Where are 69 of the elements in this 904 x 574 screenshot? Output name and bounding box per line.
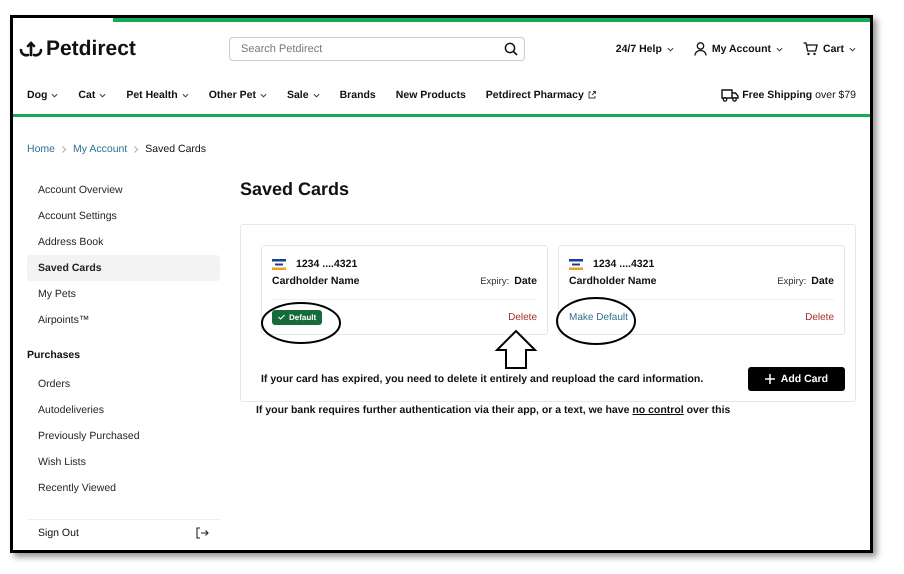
chevron-down-icon (776, 46, 783, 52)
breadcrumb-link[interactable]: My Account (73, 143, 128, 155)
delete-link[interactable]: Delete (508, 312, 537, 322)
sidebar-item[interactable]: My Pets (27, 281, 220, 307)
logo-icon (19, 41, 43, 57)
nav-link[interactable]: Cat (78, 89, 96, 101)
sign-out-icon[interactable] (196, 527, 209, 539)
cart-icon (802, 42, 818, 56)
breadcrumb-link[interactable]: Home (27, 143, 56, 155)
chevron-down-icon (312, 92, 320, 98)
header-menu-link[interactable]: My Account (712, 43, 771, 55)
sidebar-item[interactable]: Autodeliveries (27, 397, 220, 423)
expiry-value: Date (514, 275, 537, 287)
sidebar-item[interactable]: Address Book (27, 229, 220, 255)
chevron-right-icon (134, 146, 138, 152)
nav-link[interactable]: Brands (340, 89, 376, 101)
header-menu-link[interactable]: Cart (822, 43, 844, 55)
sidebar-item[interactable]: Airpoints™ (27, 307, 220, 333)
nav-link[interactable]: Other Pet (208, 89, 256, 101)
breadcrumb-link[interactable]: Saved Cards (145, 143, 206, 155)
expiry-label: Expiry: (480, 276, 510, 286)
card-number: 1234 ....4321 (593, 258, 654, 270)
chevron-right-icon (62, 146, 66, 152)
plus-icon (764, 374, 775, 384)
sidebar-item[interactable]: Account Overview (27, 177, 220, 203)
expiry-value: Date (811, 275, 834, 287)
free-shipping-text: Free Shipping over $79 (742, 89, 856, 101)
cardholder-name: Cardholder Name (272, 275, 360, 287)
bank-authentication-note: If your bank requires further authentication via their app, or a text, we have no control over this (256, 404, 732, 416)
sidebar-item[interactable]: Account Settings (27, 203, 220, 229)
chevron-down-icon (99, 92, 106, 98)
expired-card-note: If your card has expired, you need to delete it entirely and reupload the card information. (261, 373, 704, 385)
check-icon (278, 314, 285, 320)
external-link-icon (588, 91, 596, 99)
cardholder-name: Cardholder Name (569, 275, 657, 287)
header-menu-link[interactable]: 24/7 Help (616, 43, 662, 55)
sidebar-item[interactable]: Saved Cards (27, 255, 220, 281)
search-input[interactable]: Search Petdirect (239, 42, 504, 56)
nav-link[interactable]: New Products (396, 89, 466, 101)
chevron-down-icon (51, 92, 58, 98)
truck-icon (721, 88, 740, 102)
chevron-down-icon (666, 46, 674, 52)
search-field[interactable]: Search Petdirect (229, 37, 525, 61)
sidebar-item[interactable]: Previously Purchased (27, 423, 220, 449)
expiry-label: Expiry: (777, 276, 806, 286)
sign-out-link[interactable]: Sign Out (38, 527, 79, 539)
sidebar-item[interactable]: Wish Lists (27, 449, 220, 475)
card-icon (272, 258, 286, 270)
chevron-down-icon (260, 92, 267, 98)
nav-link[interactable]: Sale (286, 89, 309, 101)
sidebar-item[interactable]: Orders (27, 371, 220, 397)
add-card-button[interactable]: Add Card (748, 367, 845, 391)
search-icon[interactable] (504, 42, 518, 56)
nav-link[interactable]: Pet Health (126, 89, 178, 101)
logo-text[interactable]: Petdirect (46, 37, 136, 61)
nav-link[interactable]: Petdirect Pharmacy (486, 89, 584, 101)
sidebar-heading: Purchases (27, 349, 82, 361)
badge-label: Default (289, 312, 316, 322)
card-icon (569, 258, 583, 270)
page-title: Saved Cards (240, 179, 350, 200)
sidebar-item[interactable]: Recently Viewed (27, 475, 220, 501)
up-arrow (494, 330, 538, 369)
user-icon (694, 42, 707, 56)
delete-link[interactable]: Delete (805, 312, 834, 322)
make-default-link[interactable]: Make Default (569, 312, 628, 322)
card-number: 1234 ....4321 (296, 258, 358, 270)
nav-link[interactable]: Dog (27, 89, 48, 101)
chevron-down-icon (849, 46, 856, 52)
chevron-down-icon (182, 92, 189, 98)
